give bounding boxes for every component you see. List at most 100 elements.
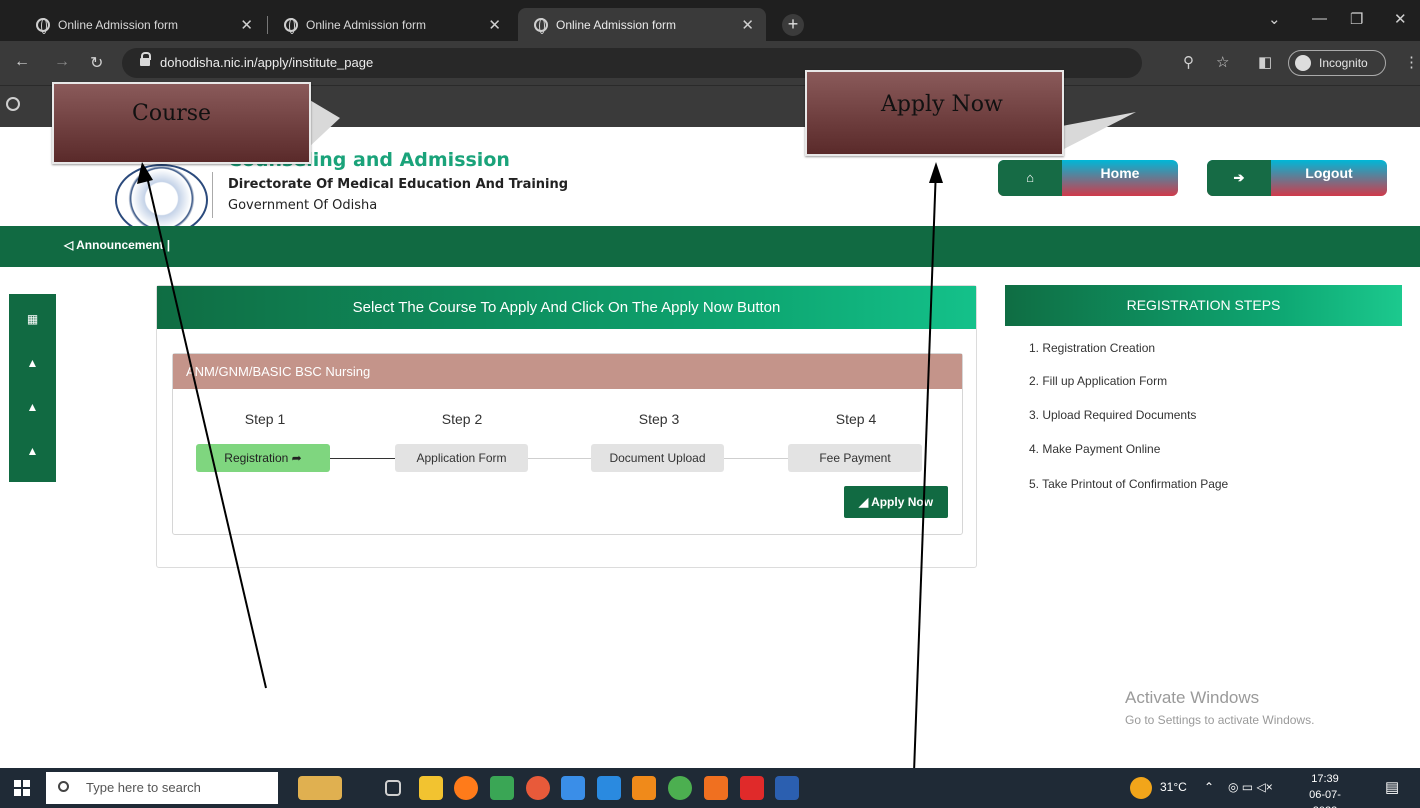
globe-icon[interactable] — [6, 97, 20, 111]
registration-step-item: 3. Upload Required Documents — [1029, 408, 1197, 422]
new-tab-button[interactable]: + — [782, 14, 804, 36]
window-close-icon[interactable]: ✕ — [1394, 10, 1407, 28]
temperature-readout[interactable]: 31°C — [1160, 780, 1187, 794]
xampp-icon[interactable] — [704, 776, 728, 800]
apply-now-callout-text: Apply Now — [881, 92, 1003, 117]
tray-icons[interactable]: ◎ ▭ ◁× — [1228, 780, 1273, 794]
bell-icon[interactable]: ▲ — [9, 400, 56, 414]
grid-icon[interactable]: ▦ — [9, 312, 56, 326]
registration-step-item: 2. Fill up Application Form — [1029, 374, 1168, 388]
share-arrow-icon: ➦ — [291, 451, 302, 465]
step-4-label: Step 4 — [835, 411, 877, 427]
header-divider — [212, 172, 213, 218]
step-connector — [722, 458, 789, 459]
browser-tab-3-active[interactable]: Online Admission form ✕ — [518, 8, 766, 41]
announcement-link[interactable]: ◁ Announcement | — [64, 238, 170, 252]
web-page: Counseling and Admission Directorate Of … — [0, 127, 1420, 768]
app-icon[interactable] — [561, 776, 585, 800]
home-icon: ⌂ — [998, 160, 1062, 196]
browser-tabstrip: Online Admission form ✕ Online Admission… — [0, 0, 1420, 41]
news-widget-icon[interactable] — [298, 776, 342, 800]
document-upload-step-button[interactable]: Document Upload — [591, 444, 724, 472]
apply-now-label: Apply Now — [871, 495, 934, 509]
document-upload-label: Document Upload — [609, 451, 706, 465]
search-placeholder: Type here to search — [86, 780, 201, 795]
side-toolbar: ▦ ▲ ▲ ▲ — [9, 294, 56, 482]
home-label: Home — [1100, 165, 1140, 181]
chrome-icon[interactable] — [668, 776, 692, 800]
tab-title: Online Admission form — [306, 17, 427, 32]
activation-watermark-text: Go to Settings to activate Windows. — [1125, 713, 1315, 727]
globe-icon — [534, 18, 548, 34]
menu-icon[interactable]: ⋮ — [1404, 53, 1419, 71]
forward-icon[interactable]: → — [54, 53, 70, 71]
tab-title: Online Admission form — [556, 17, 677, 32]
step-1-label: Step 1 — [244, 411, 286, 427]
bell-icon[interactable]: ▲ — [9, 444, 56, 458]
file-explorer-icon[interactable] — [419, 776, 443, 800]
windows-start-icon[interactable] — [14, 780, 30, 796]
tray-chevron-icon[interactable]: ⌃ — [1204, 780, 1214, 794]
firefox-icon[interactable] — [454, 776, 478, 800]
apply-now-callout: Apply Now — [805, 70, 1064, 156]
incognito-label: Incognito — [1319, 56, 1368, 70]
close-icon[interactable]: ✕ — [240, 16, 253, 34]
logout-label: Logout — [1305, 165, 1353, 181]
fee-payment-label: Fee Payment — [819, 451, 891, 465]
bell-icon[interactable]: ▲ — [9, 356, 56, 370]
notification-icon[interactable]: ▤ — [1385, 778, 1399, 796]
back-icon[interactable]: ← — [14, 53, 30, 71]
app-icon[interactable] — [526, 776, 550, 800]
registration-step-item: 1. Registration Creation — [1029, 341, 1156, 355]
task-view-icon[interactable] — [385, 780, 401, 796]
close-icon[interactable]: ✕ — [741, 16, 754, 34]
site-subtitle: Directorate Of Medical Education And Tra… — [228, 177, 569, 192]
card-title: Select The Course To Apply And Click On … — [157, 286, 976, 329]
clock-time: 17:39 — [1311, 773, 1339, 785]
app-icon[interactable] — [740, 776, 764, 800]
lock-icon — [140, 52, 151, 68]
site-subtitle-government: Government Of Odisha — [228, 198, 378, 213]
registration-step-item: 5. Take Printout of Confirmation Page — [1029, 477, 1229, 491]
taskbar-search-box[interactable]: Type here to search — [46, 772, 278, 804]
fee-payment-step-button[interactable]: Fee Payment — [788, 444, 922, 472]
vscode-icon[interactable] — [597, 776, 621, 800]
globe-icon — [284, 18, 298, 34]
registration-steps-title: REGISTRATION STEPS — [1005, 285, 1402, 326]
word-icon[interactable] — [775, 776, 799, 800]
close-icon[interactable]: ✕ — [488, 16, 501, 34]
incognito-badge[interactable]: Incognito — [1288, 50, 1386, 76]
incognito-icon — [1295, 55, 1311, 71]
windows-taskbar: Type here to search 31°C ⌃ ◎ ▭ ◁× 17:39 … — [0, 768, 1420, 808]
logout-button[interactable]: ➔ Logout — [1207, 160, 1387, 196]
application-form-step-button[interactable]: Application Form — [395, 444, 528, 472]
zoom-icon[interactable]: ⚲ — [1183, 53, 1194, 71]
apply-now-button[interactable]: ◢ Apply Now — [844, 486, 948, 518]
reload-icon[interactable]: ↻ — [90, 53, 103, 73]
announcement-bar: ◁ Announcement | — [0, 226, 1420, 267]
weather-icon[interactable] — [1130, 777, 1152, 799]
browser-tab-2[interactable]: Online Admission form ✕ — [268, 8, 513, 41]
side-panel-icon[interactable]: ◧ — [1258, 53, 1272, 71]
course-callout: Course — [52, 82, 311, 164]
bullhorn-icon: ◁ — [64, 238, 77, 252]
activation-watermark-title: Activate Windows — [1125, 688, 1260, 707]
course-panel: ANM/GNM/BASIC BSC Nursing Step 1 Step 2 … — [172, 353, 963, 535]
sign-in-icon: ➔ — [1207, 160, 1271, 196]
step-connector — [330, 458, 396, 459]
registration-step-button[interactable]: Registration ➦ — [196, 444, 330, 472]
course-selection-card: Select The Course To Apply And Click On … — [156, 285, 977, 568]
system-clock[interactable]: 17:39 06-07-2023 — [1300, 771, 1350, 808]
minimize-icon[interactable]: — — [1312, 10, 1327, 27]
course-name: ANM/GNM/BASIC BSC Nursing — [173, 354, 962, 389]
sublime-icon[interactable] — [632, 776, 656, 800]
bookmark-star-icon[interactable]: ☆ — [1216, 53, 1229, 71]
registration-label: Registration — [224, 451, 289, 465]
home-button[interactable]: ⌂ Home — [998, 160, 1178, 196]
browser-tab-1[interactable]: Online Admission form ✕ — [20, 8, 265, 41]
application-form-label: Application Form — [416, 451, 507, 465]
step-connector — [526, 458, 592, 459]
restore-icon[interactable]: ❐ — [1350, 10, 1363, 28]
tab-search-icon[interactable]: ⌄ — [1268, 10, 1281, 28]
app-icon[interactable] — [490, 776, 514, 800]
